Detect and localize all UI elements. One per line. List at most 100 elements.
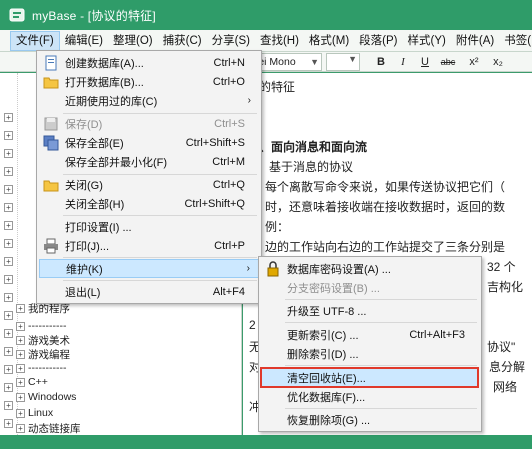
menu-item-shortcut: Ctrl+P xyxy=(214,239,245,252)
menu-item-branch-password[interactable]: 分支密码设置(B) ... xyxy=(261,278,479,297)
menu-item-recent[interactable]: 近期使用过的库(C) › xyxy=(39,91,259,110)
expand-icon[interactable]: + xyxy=(16,349,25,359)
expand-icon[interactable]: + xyxy=(16,423,25,433)
tree-item[interactable]: + Winodows xyxy=(16,389,77,405)
menu-find[interactable]: 查找(H) xyxy=(255,31,304,51)
bold-button[interactable]: B xyxy=(374,54,388,70)
menu-item-save[interactable]: 保存(D) Ctrl+S xyxy=(39,114,259,133)
menu-bookmark[interactable]: 书签( xyxy=(499,31,532,51)
menu-organize[interactable]: 整理(O) xyxy=(108,31,158,51)
menu-item-open-database[interactable]: 打开数据库(B)... Ctrl+O xyxy=(39,72,259,91)
menu-item-shortcut: Ctrl+N xyxy=(213,56,245,69)
tree-item-label: Winodows xyxy=(28,391,77,403)
expand-icon[interactable]: + xyxy=(4,113,13,122)
underline-button[interactable]: U xyxy=(418,54,432,70)
menu-item-label: 打印(J)... xyxy=(65,240,109,253)
menu-file[interactable]: 文件(F) xyxy=(10,30,60,51)
menu-item-update-index[interactable]: 更新索引(C) ... Ctrl+Alt+F3 xyxy=(261,325,479,344)
menu-item-label: 创建数据库(A)... xyxy=(65,57,144,70)
expand-icon[interactable]: + xyxy=(16,377,25,387)
expand-icon[interactable]: + xyxy=(4,311,13,320)
tree-item-label: Linux xyxy=(28,407,54,419)
menu-edit[interactable]: 编辑(E) xyxy=(60,31,108,51)
subscript-button[interactable]: x₂ xyxy=(490,54,506,70)
expand-icon[interactable]: + xyxy=(4,203,13,212)
font-family-select[interactable]: lei Mono ▼ xyxy=(252,53,322,71)
expand-icon[interactable]: + xyxy=(4,401,13,410)
menu-capture[interactable]: 捕获(C) xyxy=(158,31,207,51)
submenu-arrow-icon: › xyxy=(246,263,250,274)
expand-icon[interactable]: + xyxy=(4,275,13,284)
menu-item-new-database[interactable]: 创建数据库(A)... Ctrl+N xyxy=(39,53,259,72)
editor-text-line: 每个离散写命令来说，如果传送协议把它们（ xyxy=(265,180,506,194)
editor-text-line: 时，还意味着接收端在接收数据时，返回的数 xyxy=(265,200,506,214)
menu-item-label: 数据库密码设置(A) ... xyxy=(287,263,391,276)
menu-item-label: 恢复删除项(G) ... xyxy=(287,414,371,427)
expand-icon[interactable]: + xyxy=(4,167,13,176)
menu-item-print[interactable]: 打印(J)... Ctrl+P xyxy=(39,236,259,255)
menu-separator xyxy=(285,365,477,366)
tree-item[interactable]: + 动态链接库 xyxy=(16,420,81,436)
new-database-icon xyxy=(45,55,57,70)
italic-button[interactable]: I xyxy=(396,54,410,70)
menu-item-print-setup[interactable]: 打印设置(I) ... xyxy=(39,217,259,236)
menu-item-label: 升级至 UTF-8 ... xyxy=(287,305,367,318)
font-size-select[interactable]: ▼ xyxy=(326,53,360,71)
menu-item-maintenance[interactable]: 维护(K) › xyxy=(39,259,259,278)
menu-item-close[interactable]: 关闭(G) Ctrl+Q xyxy=(39,175,259,194)
menu-item-shortcut: Ctrl+Shift+S xyxy=(185,136,245,149)
expand-icon[interactable]: + xyxy=(4,221,13,230)
expand-icon[interactable]: + xyxy=(16,363,25,373)
expand-icon[interactable]: + xyxy=(4,185,13,194)
tree-item[interactable]: + C++ xyxy=(16,374,48,390)
title-bar: myBase - [协议的特征] xyxy=(0,0,532,30)
menu-separator xyxy=(285,299,477,300)
expand-icon[interactable]: + xyxy=(4,131,13,140)
expand-icon[interactable]: + xyxy=(4,347,13,356)
menu-paragraph[interactable]: 段落(P) xyxy=(354,31,402,51)
menu-bar: 文件(F) 编辑(E) 整理(O) 捕获(C) 分享(S) 查找(H) 格式(M… xyxy=(0,30,532,52)
submenu-arrow-icon: › xyxy=(247,95,251,106)
menu-item-label: 删除索引(D) ... xyxy=(287,348,359,361)
menu-item-close-all[interactable]: 关闭全部(H) Ctrl+Shift+Q xyxy=(39,194,259,213)
menu-item-delete-index[interactable]: 删除索引(D) ... xyxy=(261,344,479,363)
app-icon xyxy=(9,8,25,22)
expand-icon[interactable]: + xyxy=(16,408,25,418)
expand-icon[interactable]: + xyxy=(16,392,25,402)
expand-icon[interactable]: + xyxy=(4,419,13,428)
expand-icon[interactable]: + xyxy=(4,293,13,302)
editor-subheading: 基于消息的协议 xyxy=(269,160,354,174)
expand-icon[interactable]: + xyxy=(4,149,13,158)
expand-icon[interactable]: + xyxy=(16,303,25,313)
menu-item-database-password[interactable]: 数据库密码设置(A) ... xyxy=(261,259,479,278)
menu-item-save-all[interactable]: 保存全部(E) Ctrl+Shift+S xyxy=(39,133,259,152)
superscript-button[interactable]: x² xyxy=(466,54,482,70)
expand-icon[interactable]: + xyxy=(4,365,13,374)
menu-format[interactable]: 格式(M) xyxy=(304,31,354,51)
expand-icon[interactable]: + xyxy=(4,383,13,392)
status-bar xyxy=(0,435,532,449)
menu-item-empty-recycle-bin[interactable]: 清空回收站(E)... xyxy=(261,368,479,387)
tree-item[interactable]: + Linux xyxy=(16,405,54,421)
expand-icon[interactable]: + xyxy=(4,239,13,248)
menu-style[interactable]: 样式(Y) xyxy=(403,31,451,51)
menu-item-save-all-minimize[interactable]: 保存全部并最小化(F) Ctrl+M xyxy=(39,152,259,171)
menu-separator xyxy=(63,215,257,216)
expand-icon[interactable]: + xyxy=(16,335,25,345)
menu-share[interactable]: 分享(S) xyxy=(207,31,255,51)
editor-text-line: 边的工作站向右边的工作站提交了三条分别是 xyxy=(265,240,506,254)
menu-item-label: 维护(K) xyxy=(66,263,103,276)
editor-text-line: 例： xyxy=(265,220,290,234)
expand-icon[interactable]: + xyxy=(4,329,13,338)
menu-item-optimize-database[interactable]: 优化数据库(F)... xyxy=(261,387,479,406)
menu-item-label: 优化数据库(F)... xyxy=(287,391,366,404)
menu-attachment[interactable]: 附件(A) xyxy=(451,31,499,51)
strikethrough-button[interactable]: abc xyxy=(438,54,458,70)
save-icon xyxy=(44,117,58,130)
expand-icon[interactable]: + xyxy=(4,257,13,266)
menu-item-exit[interactable]: 退出(L) Alt+F4 xyxy=(39,282,259,301)
menu-item-restore-deleted[interactable]: 恢复删除项(G) ... xyxy=(261,410,479,429)
menu-item-shortcut: Ctrl+Q xyxy=(212,178,245,191)
expand-icon[interactable]: + xyxy=(16,321,25,331)
menu-item-upgrade-utf8[interactable]: 升级至 UTF-8 ... xyxy=(261,301,479,320)
